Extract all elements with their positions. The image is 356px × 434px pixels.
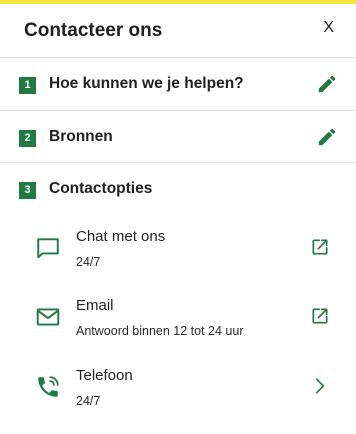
step-number-badge: 3 — [19, 182, 36, 199]
chevron-right-icon[interactable] — [310, 376, 330, 396]
contact-option-chat[interactable]: Chat met ons 24/7 — [0, 225, 356, 285]
step-label: Contactopties — [49, 180, 153, 197]
close-button[interactable]: X — [323, 18, 334, 38]
step-label: Bronnen — [49, 128, 113, 145]
chat-bubble-icon — [37, 238, 59, 259]
option-subtitle: 24/7 — [76, 394, 101, 408]
option-title: Telefoon — [76, 367, 133, 384]
external-link-icon[interactable] — [310, 306, 330, 326]
option-subtitle: Antwoord binnen 12 tot 24 uur — [76, 324, 244, 338]
pencil-icon[interactable] — [316, 126, 338, 148]
step-sources[interactable]: 2 Bronnen — [0, 112, 356, 163]
envelope-icon — [36, 308, 60, 326]
step-label: Hoe kunnen we je helpen? — [49, 75, 244, 92]
phone-icon — [38, 376, 59, 397]
pencil-icon[interactable] — [316, 73, 338, 95]
step-number-badge: 1 — [19, 77, 36, 94]
step-help[interactable]: 1 Hoe kunnen we je helpen? — [0, 59, 356, 111]
contact-option-email[interactable]: Email Antwoord binnen 12 tot 24 uur — [0, 294, 356, 354]
dialog-title: Contacteer ons — [24, 20, 163, 41]
option-title: Chat met ons — [76, 228, 166, 245]
option-subtitle: 24/7 — [76, 255, 101, 269]
contact-option-phone[interactable]: Telefoon 24/7 — [0, 364, 356, 424]
step-number-badge: 2 — [19, 130, 36, 147]
option-title: Email — [76, 297, 114, 314]
dialog-header: Contacteer ons X — [0, 4, 356, 58]
external-link-icon[interactable] — [310, 237, 330, 257]
